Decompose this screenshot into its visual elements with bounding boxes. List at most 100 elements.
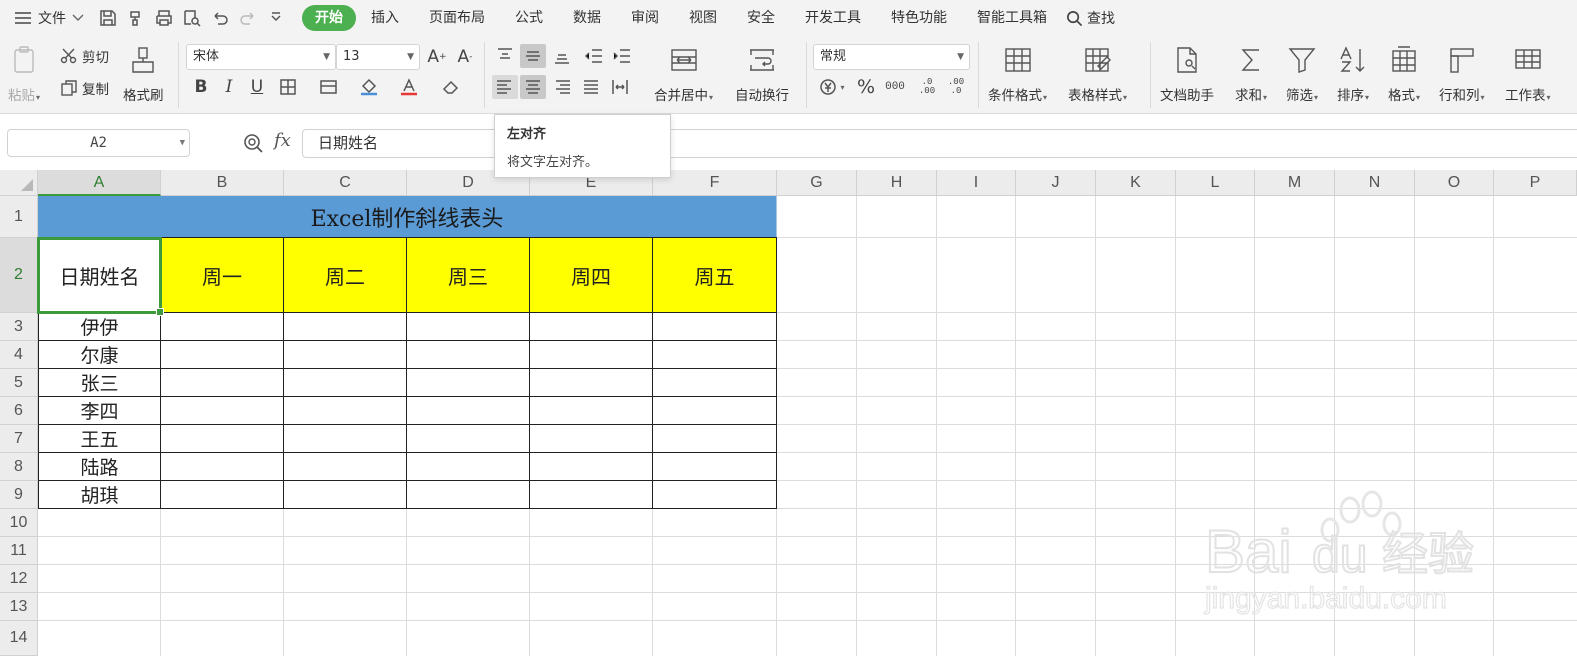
tab-security[interactable]: 安全 [732, 5, 790, 31]
customize-toolbar-icon[interactable] [262, 4, 290, 32]
align-right-icon[interactable] [549, 75, 575, 99]
column-header-l[interactable]: L [1176, 170, 1255, 196]
column-header-n[interactable]: N [1335, 170, 1415, 196]
name-cell-a9[interactable]: 胡琪 [39, 481, 160, 508]
row-header-13[interactable]: 13 [0, 593, 38, 621]
percent-button[interactable]: % [853, 74, 879, 100]
decrease-font-icon[interactable]: A- [452, 44, 478, 70]
column-header-p[interactable]: P [1494, 170, 1577, 196]
document-assistant-button[interactable]: 文档助手 [1160, 42, 1214, 104]
decrease-indent-icon[interactable] [581, 44, 607, 68]
worksheet-button[interactable]: 工作表▾ [1505, 42, 1551, 104]
row-header-7[interactable]: 7 [0, 425, 38, 453]
cut-button[interactable]: 剪切 [60, 46, 109, 66]
filter-button[interactable]: 筛选▾ [1286, 42, 1318, 104]
justify-icon[interactable] [578, 75, 604, 99]
fx-icon[interactable]: fx [274, 130, 291, 151]
distributed-align-icon[interactable] [607, 75, 633, 99]
wrap-text-button[interactable]: 自动换行 [735, 42, 789, 104]
active-cell-a2[interactable]: 日期姓名 [37, 237, 164, 316]
conditional-format-button[interactable]: 条件格式▾ [988, 42, 1047, 104]
row-header-9[interactable]: 9 [0, 481, 38, 509]
column-header-f[interactable]: F [653, 170, 777, 196]
align-top-icon[interactable] [492, 44, 518, 68]
undo-icon[interactable] [206, 4, 234, 32]
sort-button[interactable]: 排序▾ [1337, 42, 1369, 104]
tab-special-features[interactable]: 特色功能 [876, 5, 962, 31]
fill-color-icon[interactable] [356, 75, 382, 99]
align-middle-icon[interactable] [520, 44, 546, 68]
search-button[interactable]: 查找 [1066, 8, 1115, 28]
name-cell-a6[interactable]: 李四 [39, 397, 160, 424]
format-painter-button[interactable]: 格式刷 [123, 42, 164, 104]
print-preview-icon[interactable] [178, 4, 206, 32]
font-color-icon[interactable] [396, 75, 422, 99]
name-cell-a8[interactable]: 陆路 [39, 453, 160, 480]
name-cell-a4[interactable]: 尔康 [39, 341, 160, 368]
italic-button[interactable]: I [216, 74, 242, 100]
row-header-14[interactable]: 14 [0, 621, 38, 656]
column-header-j[interactable]: J [1016, 170, 1096, 196]
spreadsheet-grid[interactable]: A B C D E F G H I J K L M N O P 1 2 3 4 … [0, 170, 1577, 656]
row-header-8[interactable]: 8 [0, 453, 38, 481]
decrease-decimal-button[interactable]: .00 .0 [942, 74, 970, 100]
increase-font-icon[interactable]: A + [424, 44, 450, 70]
row-header-1[interactable]: 1 [0, 196, 38, 238]
align-center-icon[interactable] [520, 75, 546, 99]
font-name-select[interactable]: 宋体 ▼ [186, 44, 336, 70]
paste-button[interactable]: 粘贴▾ [8, 42, 40, 104]
column-header-h[interactable]: H [857, 170, 937, 196]
tab-home[interactable]: 开始 [302, 5, 356, 31]
align-bottom-icon[interactable] [549, 44, 575, 68]
format-button[interactable]: 格式▾ [1388, 42, 1420, 104]
header-cell-e2[interactable]: 周四 [529, 237, 653, 313]
format-painter-quick-icon[interactable] [122, 4, 150, 32]
column-header-o[interactable]: O [1415, 170, 1494, 196]
tab-page-layout[interactable]: 页面布局 [414, 5, 500, 31]
font-size-select[interactable]: 13 ▼ [336, 44, 420, 70]
save-icon[interactable] [94, 4, 122, 32]
name-box[interactable]: A2 ▼ [7, 129, 190, 157]
cell-style-icon[interactable] [316, 75, 342, 99]
column-header-k[interactable]: K [1096, 170, 1176, 196]
column-header-c[interactable]: C [284, 170, 407, 196]
file-menu[interactable]: 文件 [14, 8, 84, 28]
row-header-3[interactable]: 3 [0, 313, 38, 341]
row-header-4[interactable]: 4 [0, 341, 38, 369]
title-cell[interactable]: Excel制作斜线表头 [38, 196, 777, 238]
sum-button[interactable]: 求和▾ [1235, 42, 1267, 104]
number-format-select[interactable]: 常规 ▼ [813, 44, 970, 70]
increase-indent-icon[interactable] [609, 44, 635, 68]
zoom-icon[interactable] [243, 133, 263, 153]
tab-view[interactable]: 视图 [674, 5, 732, 31]
thousands-button[interactable]: 000 [882, 74, 908, 100]
tab-insert[interactable]: 插入 [356, 5, 414, 31]
underline-button[interactable]: U [244, 74, 270, 100]
tab-formulas[interactable]: 公式 [500, 5, 558, 31]
header-cell-d2[interactable]: 周三 [406, 237, 530, 313]
copy-button[interactable]: 复制 [60, 78, 109, 98]
align-left-icon[interactable] [492, 75, 518, 99]
table-style-button[interactable]: 表格样式▾ [1068, 42, 1127, 104]
column-header-b[interactable]: B [161, 170, 284, 196]
redo-icon[interactable] [234, 4, 262, 32]
tab-smart-toolbox[interactable]: 智能工具箱 [962, 5, 1062, 31]
name-cell-a3[interactable]: 伊伊 [39, 313, 160, 340]
currency-icon[interactable]: ▾ [815, 75, 849, 99]
tab-review[interactable]: 审阅 [616, 5, 674, 31]
merge-center-button[interactable]: 合并居中▾ [654, 42, 713, 104]
row-header-11[interactable]: 11 [0, 537, 38, 565]
header-cell-b2[interactable]: 周一 [160, 237, 284, 313]
print-icon[interactable] [150, 4, 178, 32]
bold-button[interactable]: B [188, 74, 214, 100]
eraser-icon[interactable] [438, 75, 464, 99]
tab-developer[interactable]: 开发工具 [790, 5, 876, 31]
column-header-g[interactable]: G [777, 170, 857, 196]
row-column-button[interactable]: 行和列▾ [1439, 42, 1485, 104]
row-header-6[interactable]: 6 [0, 397, 38, 425]
row-header-12[interactable]: 12 [0, 565, 38, 593]
column-header-a[interactable]: A [38, 170, 161, 196]
column-header-m[interactable]: M [1255, 170, 1335, 196]
row-header-10[interactable]: 10 [0, 509, 38, 537]
row-header-2[interactable]: 2 [0, 238, 38, 313]
